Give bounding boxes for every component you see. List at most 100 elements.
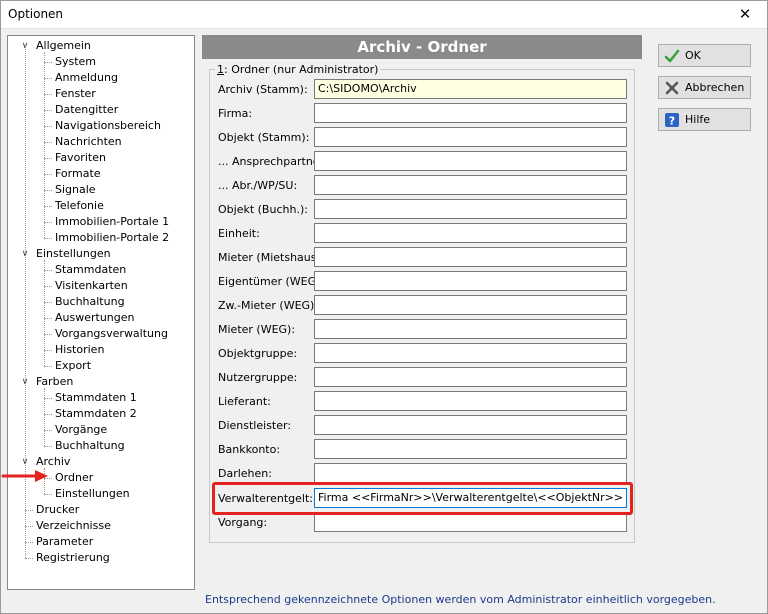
path-input[interactable] bbox=[314, 463, 627, 483]
tree-connector bbox=[25, 558, 33, 559]
tree-item-0-8[interactable]: Signale bbox=[53, 182, 98, 198]
field-label: Dienstleister: bbox=[218, 419, 292, 432]
tree-group-2[interactable]: Farben bbox=[34, 374, 75, 390]
tree-item-0-3[interactable]: Datengitter bbox=[53, 102, 120, 118]
path-input[interactable] bbox=[314, 127, 627, 147]
path-input[interactable] bbox=[314, 199, 627, 219]
tree-connector bbox=[44, 238, 52, 239]
field-label: Darlehen: bbox=[218, 467, 272, 480]
tree-item-label: Nachrichten bbox=[55, 135, 122, 148]
tree-connector bbox=[44, 190, 52, 191]
path-input[interactable] bbox=[314, 439, 627, 459]
tree-connector bbox=[44, 142, 52, 143]
tree-connector bbox=[44, 110, 52, 111]
tree-item-2-0[interactable]: Stammdaten 1 bbox=[53, 390, 139, 406]
tree-item-label: Telefonie bbox=[55, 199, 104, 212]
path-input[interactable] bbox=[314, 343, 627, 363]
tree-connector bbox=[25, 542, 33, 543]
path-input[interactable] bbox=[314, 103, 627, 123]
tree-connector bbox=[44, 174, 52, 175]
tree-connector bbox=[44, 78, 52, 79]
path-input[interactable] bbox=[314, 367, 627, 387]
tree-item-1-4[interactable]: Vorgangsverwaltung bbox=[53, 326, 170, 342]
field-label: Lieferant: bbox=[218, 395, 271, 408]
tree-item-1-5[interactable]: Historien bbox=[53, 342, 106, 358]
tree-item-label: Registrierung bbox=[36, 551, 110, 564]
tree-item-label: Immobilien-Portale 2 bbox=[55, 231, 170, 244]
path-input[interactable] bbox=[314, 512, 627, 532]
close-button[interactable]: ✕ bbox=[723, 1, 767, 28]
field-label: Vorgang: bbox=[218, 516, 268, 529]
tree-item-label: Auswertungen bbox=[55, 311, 135, 324]
tree-item-label: Stammdaten 2 bbox=[55, 407, 137, 420]
help-question-icon: ? bbox=[665, 113, 679, 128]
tree-item-label: Ordner bbox=[55, 471, 94, 484]
path-input[interactable] bbox=[314, 223, 627, 243]
path-input[interactable] bbox=[314, 415, 627, 435]
cancel-button[interactable]: Abbrechen bbox=[658, 76, 751, 99]
path-input[interactable] bbox=[314, 175, 627, 195]
tree-item-0-9[interactable]: Telefonie bbox=[53, 198, 106, 214]
tree-item-label: Historien bbox=[55, 343, 105, 356]
tree-item-label: Favoriten bbox=[55, 151, 106, 164]
tree-item-0-7[interactable]: Formate bbox=[53, 166, 103, 182]
cancel-x-icon bbox=[665, 81, 679, 95]
tree-item-2-3[interactable]: Buchhaltung bbox=[53, 438, 127, 454]
path-input[interactable] bbox=[314, 151, 627, 171]
options-tree[interactable]: Allgemein ∨ System Anmeldung Fenster Datengit… bbox=[7, 35, 195, 590]
path-input[interactable] bbox=[314, 391, 627, 411]
help-button-label: Hilfe bbox=[685, 113, 711, 126]
tree-item-label: Fenster bbox=[55, 87, 96, 100]
tree-item-label: Signale bbox=[55, 183, 96, 196]
ok-button[interactable]: OK bbox=[658, 44, 751, 67]
tree-item-3-1[interactable]: Einstellungen bbox=[53, 486, 132, 502]
tree-item-0-5[interactable]: Nachrichten bbox=[53, 134, 124, 150]
field-label: Mieter (WEG): bbox=[218, 323, 296, 336]
tree-item-1-6[interactable]: Export bbox=[53, 358, 93, 374]
tree-item-top-0[interactable]: Drucker bbox=[34, 502, 81, 518]
tree-group-1[interactable]: Einstellungen bbox=[34, 246, 113, 262]
tree-item-label: Stammdaten bbox=[55, 263, 127, 276]
tree-item-0-11[interactable]: Immobilien-Portale 2 bbox=[53, 230, 171, 246]
tree-item-2-1[interactable]: Stammdaten 2 bbox=[53, 406, 139, 422]
path-input[interactable] bbox=[314, 247, 627, 267]
svg-text:?: ? bbox=[669, 115, 675, 128]
tree-connector bbox=[44, 52, 45, 238]
options-dialog: Optionen ✕ Allgemein ∨ System Anmeldung Fens… bbox=[0, 0, 768, 614]
tree-connector bbox=[44, 350, 52, 351]
tree-item-0-1[interactable]: Anmeldung bbox=[53, 70, 120, 86]
tree-item-label: Stammdaten 1 bbox=[55, 391, 137, 404]
tree-item-1-3[interactable]: Auswertungen bbox=[53, 310, 137, 326]
tree-item-1-0[interactable]: Stammdaten bbox=[53, 262, 128, 278]
tree-item-3-0[interactable]: Ordner bbox=[53, 470, 95, 486]
tree-item-0-2[interactable]: Fenster bbox=[53, 86, 98, 102]
tree-item-top-2[interactable]: Parameter bbox=[34, 534, 95, 550]
tree-item-1-2[interactable]: Buchhaltung bbox=[53, 294, 127, 310]
tree-item-label: Visitenkarten bbox=[55, 279, 128, 292]
tree-item-label: Einstellungen bbox=[55, 487, 130, 500]
tree-connector bbox=[44, 430, 52, 431]
checkmark-icon bbox=[664, 49, 680, 63]
tree-item-top-1[interactable]: Verzeichnisse bbox=[34, 518, 113, 534]
tree-item-0-4[interactable]: Navigationsbereich bbox=[53, 118, 163, 134]
tree-connector bbox=[44, 388, 45, 446]
path-input[interactable]: C:\SIDOMO\Archiv bbox=[314, 79, 627, 99]
field-label: Objekt (Stamm): bbox=[218, 131, 310, 144]
tree-connector bbox=[44, 270, 52, 271]
tree-item-label: Farben bbox=[36, 375, 74, 388]
tree-item-1-1[interactable]: Visitenkarten bbox=[53, 278, 130, 294]
group-number: 1 bbox=[217, 63, 224, 76]
tree-item-0-6[interactable]: Favoriten bbox=[53, 150, 108, 166]
path-input[interactable] bbox=[314, 319, 627, 339]
path-input[interactable] bbox=[314, 271, 627, 291]
path-input[interactable] bbox=[314, 295, 627, 315]
tree-connector bbox=[44, 494, 52, 495]
tree-item-top-3[interactable]: Registrierung bbox=[34, 550, 112, 566]
tree-item-label: Datengitter bbox=[55, 103, 119, 116]
tree-item-0-0[interactable]: System bbox=[53, 54, 98, 70]
help-button[interactable]: ? Hilfe bbox=[658, 108, 751, 131]
tree-item-0-10[interactable]: Immobilien-Portale 1 bbox=[53, 214, 171, 230]
tree-connector bbox=[44, 366, 52, 367]
tree-item-2-2[interactable]: Vorgänge bbox=[53, 422, 109, 438]
tree-group-0[interactable]: Allgemein bbox=[34, 38, 93, 54]
